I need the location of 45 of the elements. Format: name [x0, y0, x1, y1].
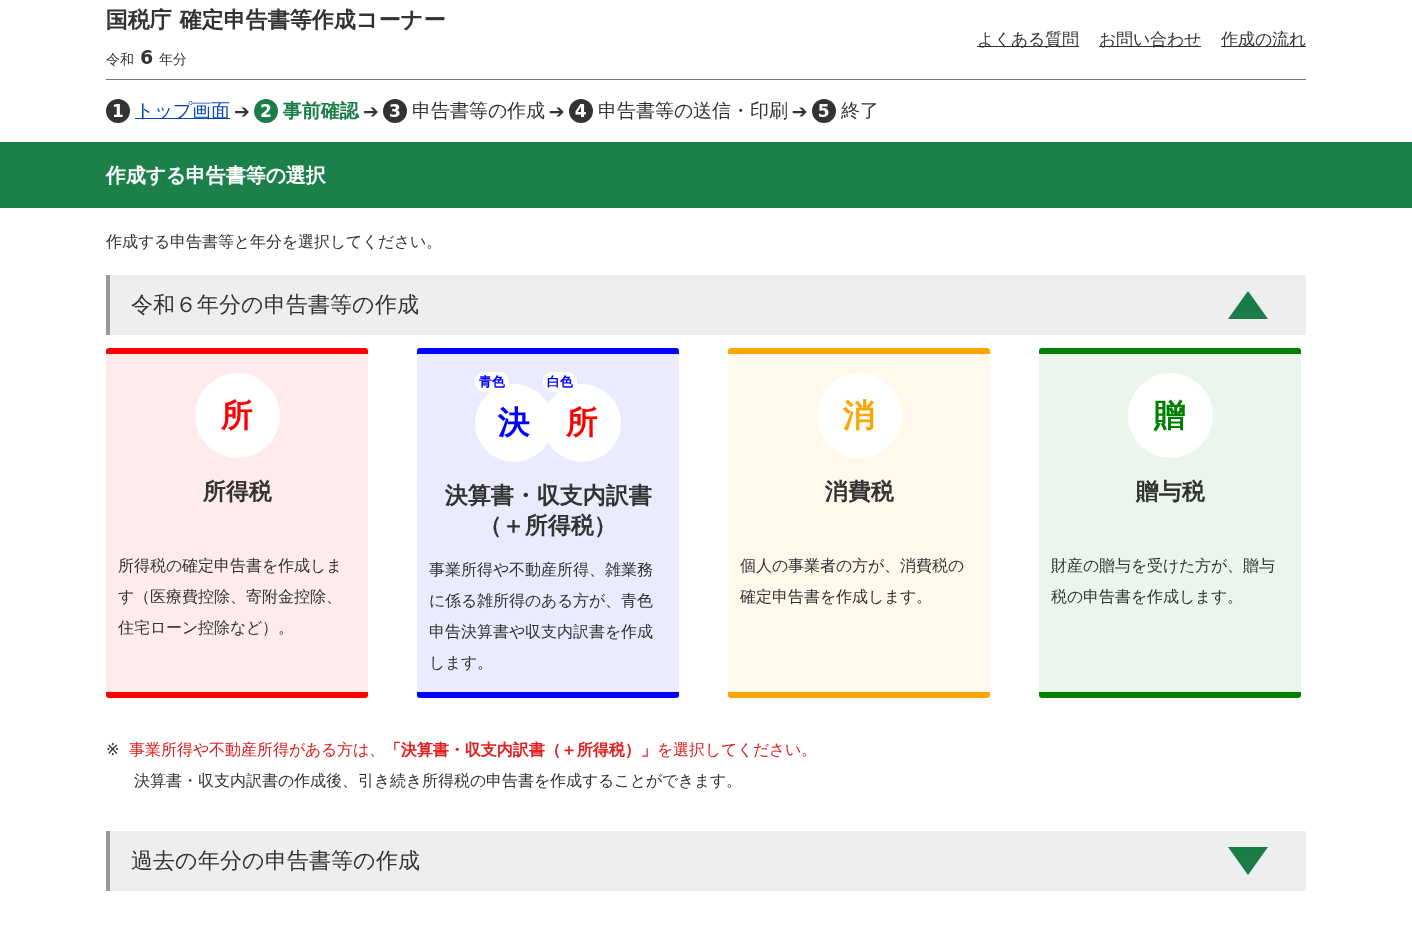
step-number-icon: 1	[106, 99, 130, 123]
site-title: 国税庁 確定申告書等作成コーナー	[106, 6, 446, 34]
step-arrow: ➔	[791, 100, 808, 122]
step-arrow: ➔	[234, 100, 250, 122]
step-label: 申告書等の送信・印刷	[597, 98, 788, 123]
card-title: 消費税	[824, 477, 894, 506]
current-step: 事前確認	[282, 98, 359, 124]
tax-card[interactable]: 贈 贈与税 財産の贈与を受けた方が、贈与税の申告書を作成します。	[1039, 348, 1301, 698]
card-title: 贈与税	[1135, 477, 1205, 506]
step-number-icon: 5	[811, 99, 836, 123]
year-number: 6	[140, 46, 154, 68]
card-title: 決算書・収支内訳書	[444, 481, 652, 510]
note-text: 事業所得や不動産所得がある方は、「決算書・収支内訳書（＋所得税）」を選択してください。	[129, 739, 818, 761]
accordion-header[interactable]: 過去の年分の申告書等の作成	[106, 831, 1306, 891]
step-label: 終了	[840, 98, 879, 123]
header-link[interactable]: お問い合わせ	[1099, 28, 1201, 51]
card-description: 財産の贈与を受けた方が、贈与税の申告書を作成します。	[1051, 555, 1276, 608]
step-arrow: ➔	[548, 100, 565, 122]
tax-card[interactable]: 消 消費税 個人の事業者の方が、消費税の確定申告書を作成します。	[728, 348, 990, 698]
header-link[interactable]: よくある質問	[977, 28, 1079, 51]
card-description: 個人の事業者の方が、消費税の確定申告書を作成します。	[740, 555, 965, 608]
card-description: 事業所得や不動産所得、雑業務に係る雑所得のある方が、青色申告決算書や収支内訳書を作成します。	[429, 559, 654, 674]
tax-card[interactable]: 所 所得税 所得税の確定申告書を作成します（医療費控除、寄附金控除、住宅ローン控除など）。	[106, 348, 368, 698]
step-arrow: ➔	[362, 100, 379, 122]
note-mark: ※	[106, 739, 120, 761]
character-icon: 消	[816, 373, 902, 458]
step-link[interactable]: トップ画面	[135, 98, 230, 124]
step-number-icon: 2	[253, 99, 278, 123]
step-number-icon: 4	[568, 99, 593, 123]
banner-title: 作成する申告書等の選択	[106, 161, 327, 189]
card-title: （＋所得税）	[478, 511, 618, 540]
instruction-text: 作成する申告書等と年分を選択してください。	[106, 232, 443, 253]
section-title: 過去の年分の申告書等の作成	[131, 847, 420, 875]
character-icon: 所	[194, 373, 280, 458]
note-subtext: 決算書・収支内訳書の作成後、引き続き所得税の申告書を作成することができます。	[133, 770, 743, 792]
step-number-icon: 3	[382, 99, 407, 123]
card-title: 所得税	[202, 477, 272, 506]
card-description: 所得税の確定申告書を作成します（医療費控除、寄附金控除、住宅ローン控除など）。	[118, 555, 343, 639]
character-icon: 贈	[1127, 373, 1213, 458]
section-title: 令和６年分の申告書等の作成	[131, 291, 419, 319]
accordion-header[interactable]: 令和６年分の申告書等の作成	[106, 275, 1306, 335]
step-label: 申告書等の作成	[411, 98, 545, 123]
header-link[interactable]: 作成の流れ	[1221, 28, 1306, 51]
year-suffix: 年分	[159, 51, 188, 69]
era-label: 令和	[106, 51, 134, 69]
